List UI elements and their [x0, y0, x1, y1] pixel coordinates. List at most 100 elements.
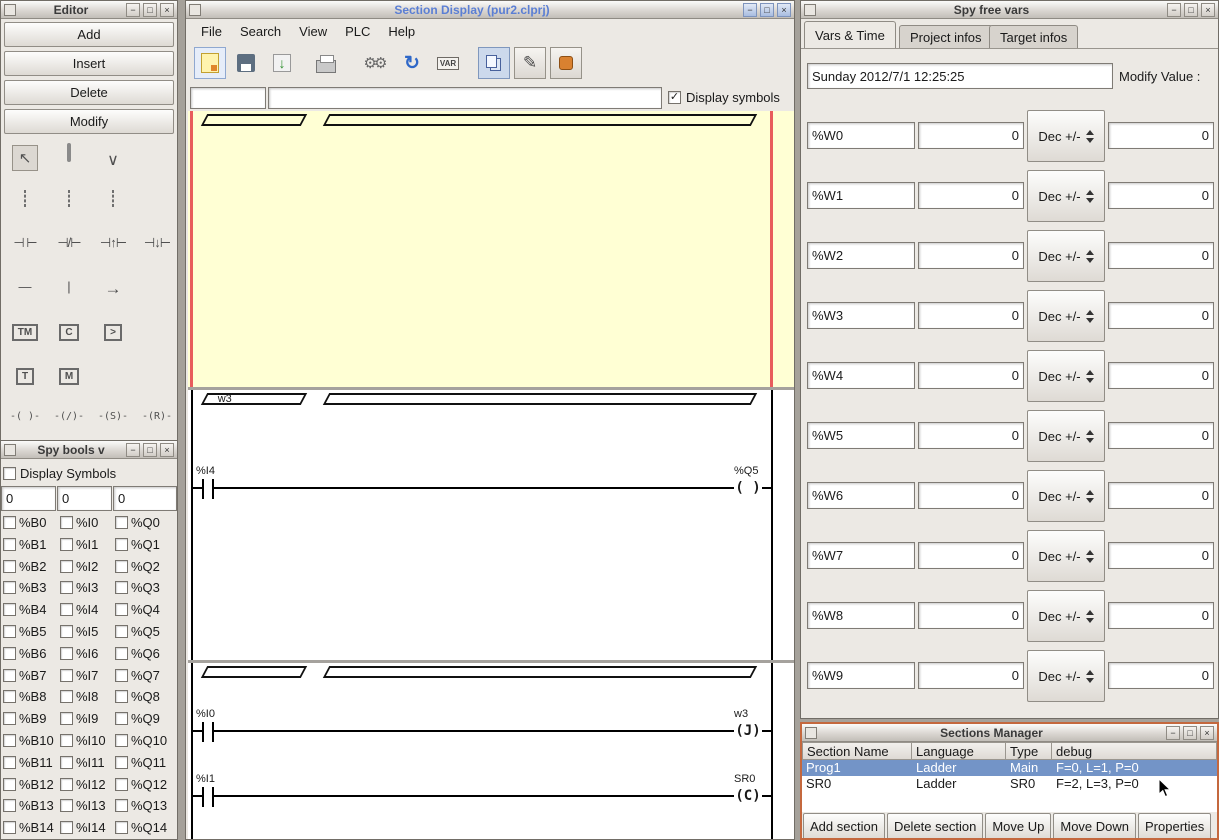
var-name-field[interactable]: %W4: [807, 362, 915, 389]
save-icon[interactable]: [230, 47, 262, 79]
column-header[interactable]: Type: [1006, 742, 1052, 760]
bool-checkbox[interactable]: [60, 755, 73, 769]
var-value-field[interactable]: 0: [918, 422, 1024, 449]
display-mode-button[interactable]: Dec +/-: [1027, 170, 1105, 222]
bool-checkbox[interactable]: [3, 516, 16, 529]
bool-checkbox[interactable]: [115, 733, 128, 747]
coil-not-tool-icon[interactable]: -(/)-: [49, 411, 89, 422]
edit-mode-button[interactable]: ✎: [514, 47, 546, 79]
bool-checkbox[interactable]: [60, 733, 73, 747]
old-timer-tool-icon[interactable]: T: [5, 367, 45, 385]
bool-checkbox[interactable]: [115, 537, 128, 551]
minimize-button[interactable]: −: [1166, 725, 1180, 740]
bool-checkbox[interactable]: [3, 559, 16, 573]
modify-value-field[interactable]: 0: [1108, 542, 1214, 569]
bool-checkbox[interactable]: [115, 559, 128, 573]
bool-checkbox[interactable]: [3, 624, 16, 638]
modify-value-field[interactable]: 0: [1108, 122, 1214, 149]
bool-offset-field-q[interactable]: 0: [113, 486, 177, 511]
tab-project-infos[interactable]: Project infos: [899, 25, 993, 48]
bool-checkbox[interactable]: [60, 712, 73, 726]
bool-checkbox[interactable]: [3, 733, 16, 747]
bool-checkbox[interactable]: [115, 668, 128, 682]
section-action-button[interactable]: Move Down: [1053, 813, 1136, 838]
var-name-field[interactable]: %W7: [807, 542, 915, 569]
contact-I4[interactable]: [202, 479, 214, 499]
contact-closed-tool-icon[interactable]: ⊣/⊢: [49, 235, 89, 251]
display-mode-button[interactable]: Dec +/-: [1027, 230, 1105, 282]
bool-checkbox[interactable]: [115, 581, 128, 595]
column-header[interactable]: Language: [912, 742, 1006, 760]
contact-I0[interactable]: [202, 722, 214, 742]
coil-tool-icon[interactable]: -( )-: [5, 411, 45, 422]
contact-open-tool-icon[interactable]: ⊣ ⊢: [5, 235, 45, 251]
bool-checkbox[interactable]: [3, 799, 16, 813]
coil-set-tool-icon[interactable]: -(S)-: [93, 411, 133, 422]
section-row-sr0[interactable]: SR0 Ladder SR0 F=2, L=3, P=0: [802, 776, 1217, 792]
modify-value-field[interactable]: 0: [1108, 482, 1214, 509]
vars-icon[interactable]: VAR: [432, 47, 464, 79]
wire-tool-icon[interactable]: ∨: [93, 150, 133, 170]
editor-action-button[interactable]: Add: [4, 22, 174, 47]
bool-checkbox[interactable]: [60, 559, 73, 573]
modify-value-field[interactable]: 0: [1108, 362, 1214, 389]
bool-checkbox[interactable]: [3, 777, 16, 791]
menu-item[interactable]: PLC: [336, 21, 379, 42]
bool-checkbox[interactable]: [60, 581, 73, 595]
maximize-button[interactable]: □: [143, 2, 157, 17]
bool-checkbox[interactable]: [3, 646, 16, 660]
compare-block-tool-icon[interactable]: >: [93, 323, 133, 341]
section-action-button[interactable]: Add section: [803, 813, 885, 838]
var-name-field[interactable]: %W5: [807, 422, 915, 449]
bool-checkbox[interactable]: [115, 624, 128, 638]
modify-value-field[interactable]: 0: [1108, 422, 1214, 449]
select-mode-button[interactable]: [478, 47, 510, 79]
bool-checkbox[interactable]: [60, 603, 73, 617]
ladder-section-w3[interactable]: w3 %I4 %Q5 ( ): [188, 390, 794, 660]
vertical-wire-tool-icon[interactable]: |: [49, 279, 89, 294]
var-value-field[interactable]: 0: [918, 482, 1024, 509]
bool-checkbox[interactable]: [60, 821, 73, 835]
display-symbols-checkbox[interactable]: ✓: [668, 91, 681, 104]
display-mode-button[interactable]: Dec +/-: [1027, 530, 1105, 582]
preferences-icon[interactable]: ⚙⚙: [358, 47, 390, 79]
symbol-entry-field[interactable]: [268, 87, 662, 109]
display-mode-button[interactable]: Dec +/-: [1027, 290, 1105, 342]
display-mode-button[interactable]: Dec +/-: [1027, 470, 1105, 522]
minimize-button[interactable]: −: [1167, 2, 1181, 17]
display-mode-button[interactable]: Dec +/-: [1027, 410, 1105, 462]
bool-checkbox[interactable]: [3, 690, 16, 704]
bool-checkbox[interactable]: [60, 624, 73, 638]
editor-action-button[interactable]: Insert: [4, 51, 174, 76]
display-mode-button[interactable]: Dec +/-: [1027, 590, 1105, 642]
display-mode-button[interactable]: Dec +/-: [1027, 650, 1105, 702]
menu-item[interactable]: View: [290, 21, 336, 42]
horizontal-wire-tool-icon[interactable]: —: [5, 279, 45, 294]
bool-checkbox[interactable]: [60, 799, 73, 813]
section-action-button[interactable]: Delete section: [886, 813, 984, 838]
section-action-button[interactable]: Move Up: [985, 813, 1052, 838]
menu-item[interactable]: Search: [231, 21, 290, 42]
coil-jump-w3[interactable]: (J): [734, 721, 762, 741]
minimize-button[interactable]: −: [126, 2, 140, 17]
coil-Q5[interactable]: ( ): [734, 478, 762, 498]
var-name-field[interactable]: %W1: [807, 182, 915, 209]
bool-checkbox[interactable]: [3, 755, 16, 769]
rung-search-field[interactable]: [190, 87, 266, 109]
draw-tool-icon[interactable]: [49, 143, 89, 162]
menu-item[interactable]: Help: [379, 21, 424, 42]
bool-checkbox[interactable]: [60, 516, 73, 529]
bool-checkbox[interactable]: [3, 668, 16, 682]
var-value-field[interactable]: 0: [918, 542, 1024, 569]
var-value-field[interactable]: 0: [918, 242, 1024, 269]
modify-value-field[interactable]: 0: [1108, 302, 1214, 329]
bool-checkbox[interactable]: [3, 581, 16, 595]
tab-target-infos[interactable]: Target infos: [989, 25, 1079, 48]
display-mode-button[interactable]: Dec +/-: [1027, 110, 1105, 162]
bool-checkbox[interactable]: [60, 537, 73, 551]
var-value-field[interactable]: 0: [918, 302, 1024, 329]
modify-value-field[interactable]: 0: [1108, 602, 1214, 629]
timer-block-tool-icon[interactable]: TM: [5, 323, 45, 341]
section-action-button[interactable]: Properties: [1138, 813, 1212, 838]
tab-vars-time[interactable]: Vars & Time: [804, 21, 896, 48]
